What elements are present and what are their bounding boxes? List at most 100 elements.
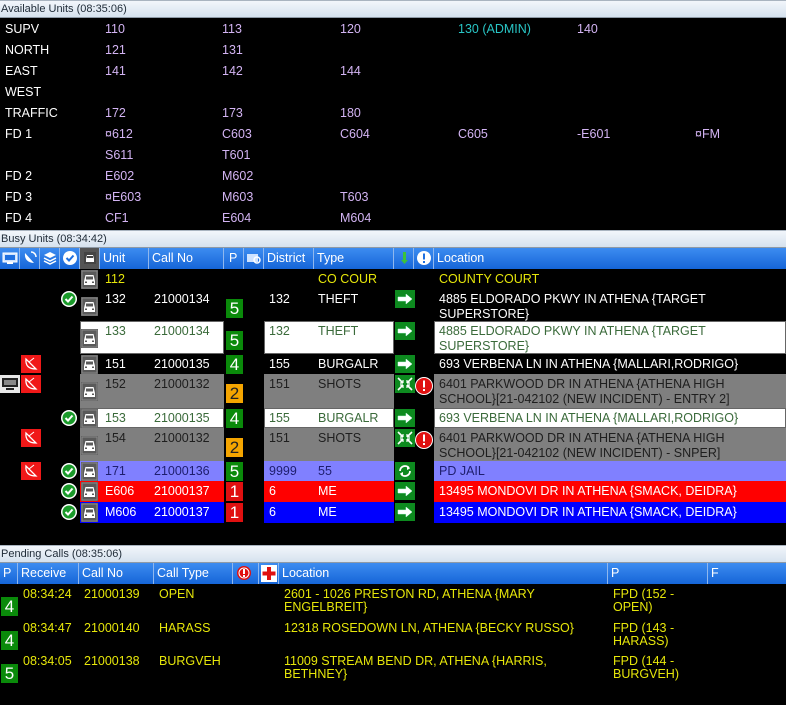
location-cell[interactable]: 4885 ELDORADO PKWY IN ATHENA {TARGET SUP… xyxy=(439,324,779,354)
check-circle-icon[interactable] xyxy=(60,290,78,311)
alert-icon[interactable] xyxy=(414,430,434,453)
available-unit[interactable]: T603 xyxy=(340,190,369,204)
call-no-cell[interactable]: 21000138 xyxy=(84,655,140,668)
alert-icon[interactable] xyxy=(233,563,259,584)
available-unit[interactable]: 142 xyxy=(222,64,243,78)
col-header-call-no[interactable]: Call No xyxy=(79,563,154,584)
unit-cell[interactable]: 153 xyxy=(105,411,126,425)
map-search-icon[interactable] xyxy=(244,248,264,269)
busy-unit-row[interactable]: 132 21000134 5 132 THEFT 4885 ELDORADO PKWY I… xyxy=(0,289,786,321)
available-unit[interactable]: CF1 xyxy=(105,211,129,225)
location-cell[interactable]: 13495 MONDOVI DR IN ATHENA {SMACK, DEIDR… xyxy=(439,505,779,520)
col-header-f[interactable]: F xyxy=(708,563,786,584)
satellite-dish-icon[interactable] xyxy=(21,375,41,396)
location-cell[interactable]: 693 VERBENA LN IN ATHENA {MALLARI,RODRIG… xyxy=(439,411,779,426)
col-header-location[interactable]: Location xyxy=(434,248,786,269)
unit-cell[interactable]: E606 xyxy=(105,484,134,498)
available-unit[interactable]: T601 xyxy=(222,148,251,162)
unit-cell[interactable]: 133 xyxy=(105,324,126,338)
col-header-district[interactable]: District xyxy=(264,248,314,269)
call-no-cell[interactable]: 21000132 xyxy=(154,377,210,391)
alert-icon[interactable] xyxy=(414,376,434,399)
unit-cell[interactable]: 151 xyxy=(105,357,126,371)
pending-call-row[interactable]: 5 08:34:05 21000138 BURGVEH 11009 STREAM BEN… xyxy=(0,653,786,689)
col-header-call-no[interactable]: Call No xyxy=(149,248,224,269)
call-no-cell[interactable]: 21000132 xyxy=(154,431,210,445)
vehicle-icon[interactable] xyxy=(80,248,100,269)
location-cell[interactable]: 2601 - 1026 PRESTON RD, ATHENA {MARY ENG… xyxy=(284,588,604,614)
check-circle-icon[interactable] xyxy=(60,482,78,503)
available-unit[interactable]: E602 xyxy=(105,169,134,183)
unit-cell[interactable]: 112 xyxy=(105,272,125,286)
col-header-location[interactable]: Location xyxy=(279,563,608,584)
vehicle-icon[interactable] xyxy=(81,382,98,404)
arrow-right-icon[interactable] xyxy=(395,290,415,311)
vehicle-icon[interactable] xyxy=(81,436,98,458)
vehicle-icon[interactable] xyxy=(81,297,98,319)
arrow-right-icon[interactable] xyxy=(395,409,415,430)
available-unit[interactable]: S611 xyxy=(105,148,133,162)
available-unit[interactable]: 113 xyxy=(222,22,242,36)
available-unit[interactable]: 172 xyxy=(105,106,126,120)
satellite-dish-icon[interactable] xyxy=(20,248,40,269)
available-unit[interactable]: 131 xyxy=(222,43,243,57)
check-circle-icon[interactable] xyxy=(60,503,78,524)
monitor-icon[interactable] xyxy=(0,248,20,269)
busy-unit-row[interactable]: 154 21000132 2 151 SHOTS 6401 PARKWOOD DR IN … xyxy=(0,428,786,461)
call-no-cell[interactable]: 21000140 xyxy=(84,622,140,635)
vehicle-icon[interactable] xyxy=(81,503,98,525)
available-unit[interactable]: C603 xyxy=(222,127,252,141)
available-unit[interactable]: 141 xyxy=(105,64,126,78)
arrow-right-icon[interactable] xyxy=(395,355,415,376)
alert-icon[interactable] xyxy=(414,248,434,269)
available-unit[interactable]: 121 xyxy=(105,43,126,57)
monitor-icon[interactable] xyxy=(0,375,20,396)
arrow-right-icon[interactable] xyxy=(395,503,415,524)
location-cell[interactable]: PD JAIL xyxy=(439,464,779,479)
location-cell[interactable]: 12318 ROSEDOWN LN, ATHENA {BECKY RUSSO} xyxy=(284,622,604,635)
call-no-cell[interactable]: 21000135 xyxy=(154,357,210,371)
unit-cell[interactable]: 152 xyxy=(105,377,126,391)
unit-cell[interactable]: 171 xyxy=(105,464,126,478)
available-unit[interactable]: 110 xyxy=(105,22,125,36)
available-unit[interactable]: M602 xyxy=(222,169,253,183)
col-header-unit[interactable]: Unit xyxy=(100,248,149,269)
location-cell[interactable]: 13495 MONDOVI DR IN ATHENA {SMACK, DEIDR… xyxy=(439,484,779,499)
refresh-icon[interactable] xyxy=(395,462,415,483)
busy-unit-row[interactable]: E606 21000137 1 6 ME 13495 MONDOVI DR IN ATHE… xyxy=(0,481,786,502)
call-no-cell[interactable]: 21000137 xyxy=(154,484,210,498)
unit-cell[interactable]: 154 xyxy=(105,431,126,445)
converge-icon[interactable] xyxy=(395,375,415,396)
satellite-dish-icon[interactable] xyxy=(21,355,41,376)
call-no-cell[interactable]: 21000134 xyxy=(154,324,210,338)
pending-call-row[interactable]: 4 08:34:47 21000140 HARASS 12318 ROSEDOWN LN… xyxy=(0,620,786,653)
location-cell[interactable]: 6401 PARKWOOD DR IN ATHENA {ATHENA HIGH … xyxy=(439,431,779,461)
unit-cell[interactable]: M606 xyxy=(105,505,136,519)
col-header-call-type[interactable]: Call Type xyxy=(154,563,233,584)
location-cell[interactable]: COUNTY COURT xyxy=(439,272,779,287)
vehicle-icon[interactable] xyxy=(81,329,98,351)
available-unit[interactable]: E604 xyxy=(222,211,251,225)
check-circle-icon[interactable] xyxy=(60,409,78,430)
location-cell[interactable]: 693 VERBENA LN IN ATHENA {MALLARI,RODRIG… xyxy=(439,357,779,372)
available-unit[interactable]: C604 xyxy=(340,127,370,141)
busy-unit-row[interactable]: 151 21000135 4 155 BURGALR 693 VERBENA LN IN … xyxy=(0,354,786,374)
available-unit[interactable]: 173 xyxy=(222,106,243,120)
available-unit[interactable]: 144 xyxy=(340,64,361,78)
call-no-cell[interactable]: 21000139 xyxy=(84,588,140,601)
col-header-p[interactable]: P xyxy=(224,248,244,269)
call-no-cell[interactable]: 21000137 xyxy=(154,505,210,519)
medical-cross-icon[interactable] xyxy=(259,563,279,584)
layers-icon[interactable] xyxy=(40,248,60,269)
vehicle-icon[interactable] xyxy=(81,482,98,504)
col-header-type[interactable]: Type xyxy=(314,248,394,269)
col-header-p2[interactable]: P xyxy=(608,563,708,584)
call-no-cell[interactable]: 21000136 xyxy=(154,464,210,478)
busy-unit-row[interactable]: 112 CO COUR COUNTY COURT xyxy=(0,269,786,289)
busy-unit-row[interactable]: 153 21000135 4 155 BURGALR 693 VERBENA LN IN … xyxy=(0,408,786,428)
busy-unit-row[interactable]: 133 21000134 5 132 THEFT 4885 ELDORADO PKWY I… xyxy=(0,321,786,354)
col-header-receive[interactable]: Receive xyxy=(18,563,79,584)
available-unit[interactable]: ¤FM xyxy=(695,127,720,141)
call-no-cell[interactable]: 21000135 xyxy=(154,411,210,425)
arrow-right-icon[interactable] xyxy=(395,322,415,343)
